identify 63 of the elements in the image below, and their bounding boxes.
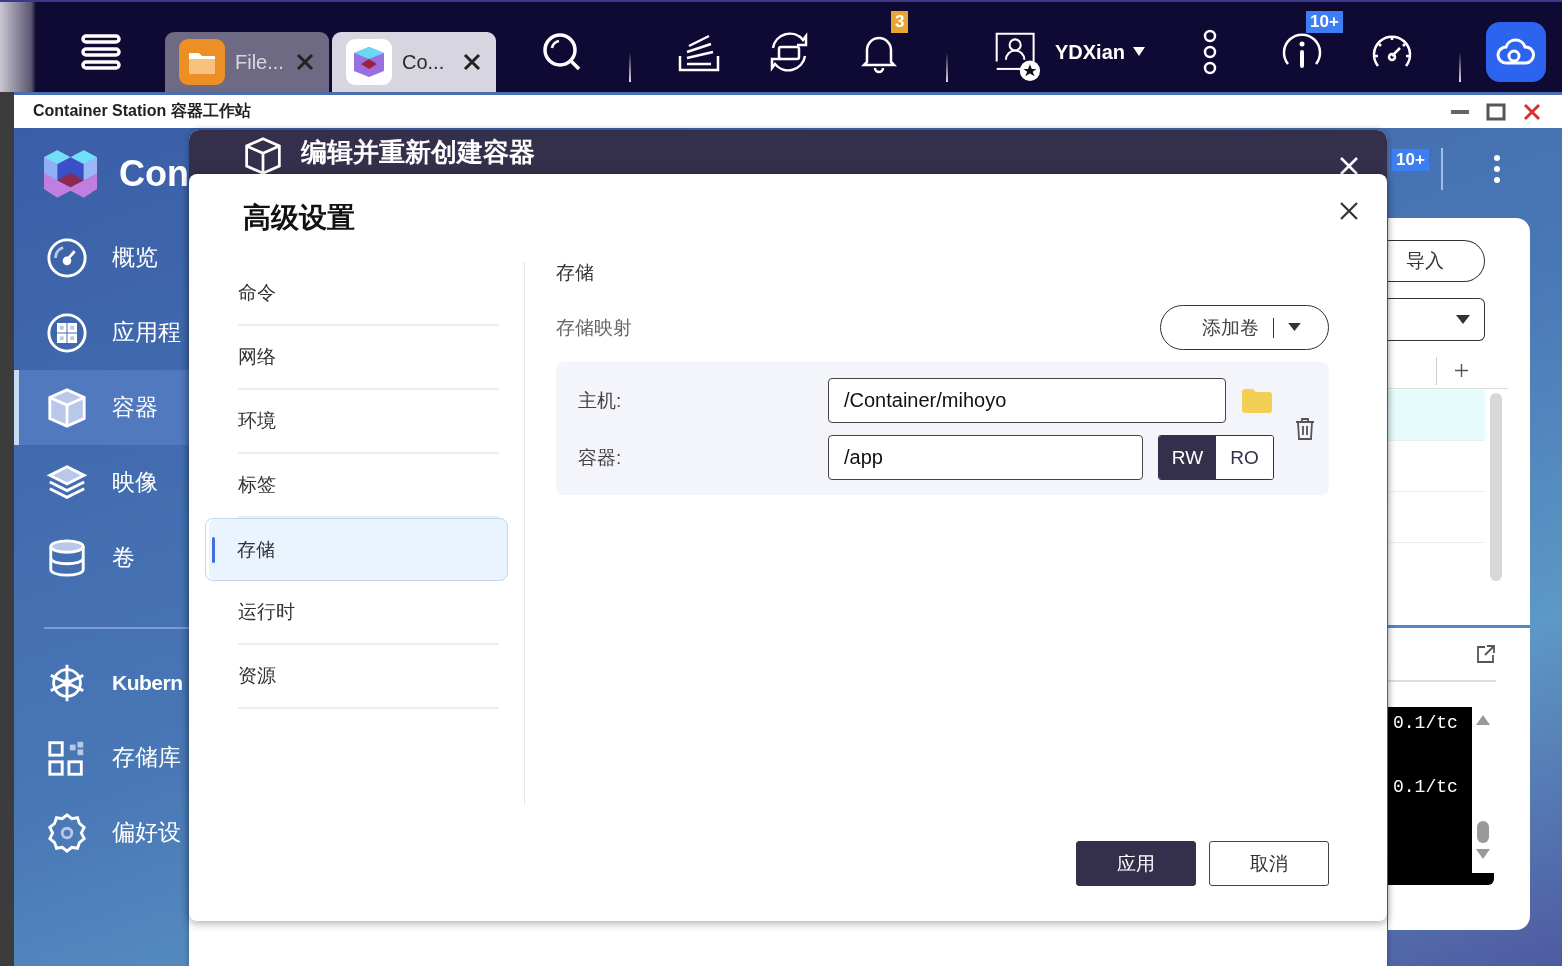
caret-icon [1288, 323, 1301, 332]
menu-item[interactable]: 环境 [238, 390, 499, 454]
cloud-icon [1496, 37, 1537, 67]
terminal-line: 0.1/tc [1393, 713, 1459, 733]
dialog-title: 高级设置 [243, 201, 355, 235]
cancel-button[interactable]: 取消 [1209, 841, 1329, 886]
sidebar-item[interactable]: 概览 [14, 220, 189, 295]
gear-icon [46, 811, 88, 854]
mode-toggle[interactable]: RW [1159, 436, 1216, 479]
sidebar-item[interactable]: 映像 [14, 445, 189, 520]
cloud-button[interactable] [1486, 22, 1547, 82]
menu-item[interactable]: 运行时 [238, 581, 499, 645]
maximize-icon[interactable] [1486, 101, 1506, 122]
sidebar-item[interactable]: 容器 [14, 370, 189, 445]
apply-button[interactable]: 应用 [1076, 841, 1196, 886]
sidebar-item[interactable]: 偏好设 [14, 795, 189, 870]
caret-icon[interactable] [1133, 47, 1146, 57]
close-icon[interactable] [1339, 201, 1359, 221]
menu-icon[interactable] [81, 32, 121, 72]
close-icon[interactable] [462, 52, 482, 72]
field-label: 容器: [578, 445, 623, 470]
field-label: 存储映射 [556, 315, 632, 340]
database-icon [46, 536, 88, 579]
dialog-title: 编辑并重新创建容器 [301, 136, 536, 168]
menu-item[interactable]: 网络 [238, 326, 499, 390]
menu-item[interactable]: 存储 [205, 518, 508, 581]
notification-count: 10+ [1392, 149, 1429, 171]
gauge-icon [46, 236, 88, 279]
sidebar-item[interactable]: 应用程 [14, 295, 189, 370]
caret-icon [1456, 314, 1470, 325]
scrollbar[interactable] [1490, 393, 1502, 581]
external-link-icon[interactable] [1476, 644, 1496, 664]
input-field[interactable]: /Container/mihoyo [828, 378, 1226, 423]
notification-count: 3 [891, 11, 909, 33]
input-field[interactable]: /app [828, 435, 1143, 480]
add-volume-button[interactable]: 添加卷 [1160, 305, 1329, 350]
terminal-line: 0.1/tc [1393, 777, 1459, 797]
sidebar-item[interactable]: Kubern [14, 645, 189, 720]
section-title: 存储 [556, 261, 595, 285]
import-button[interactable]: 导入 [1388, 240, 1485, 282]
menu-item[interactable]: 命令 [238, 262, 499, 326]
sidebar-item[interactable]: 存储库 [14, 720, 189, 795]
window-title: Container Station 容器工作站 [33, 101, 251, 121]
app-name: Con [119, 153, 189, 195]
folder-icon [179, 39, 225, 85]
sidebar-item[interactable]: 卷 [14, 520, 189, 595]
user-icon[interactable] [993, 30, 1041, 82]
user-name[interactable]: YDXian [1055, 40, 1126, 64]
mode-toggle[interactable]: RO [1216, 436, 1273, 479]
app-tab[interactable]: Co... [332, 32, 496, 92]
grid-icon [46, 311, 88, 354]
up-arrow-icon[interactable] [1476, 715, 1490, 725]
app-tab[interactable]: File... [165, 32, 329, 92]
field-label: 主机: [578, 388, 623, 413]
cube-icon [46, 386, 88, 429]
trash-icon[interactable] [1295, 417, 1315, 441]
dropdown[interactable] [1388, 298, 1485, 341]
scroll-thumb[interactable] [1477, 821, 1489, 843]
notification-count: 10+ [1306, 11, 1343, 33]
down-arrow-icon[interactable] [1476, 849, 1490, 859]
menu-item[interactable]: 资源 [238, 645, 499, 709]
cube-logo-icon [346, 39, 392, 85]
plus-icon[interactable] [1455, 364, 1468, 377]
